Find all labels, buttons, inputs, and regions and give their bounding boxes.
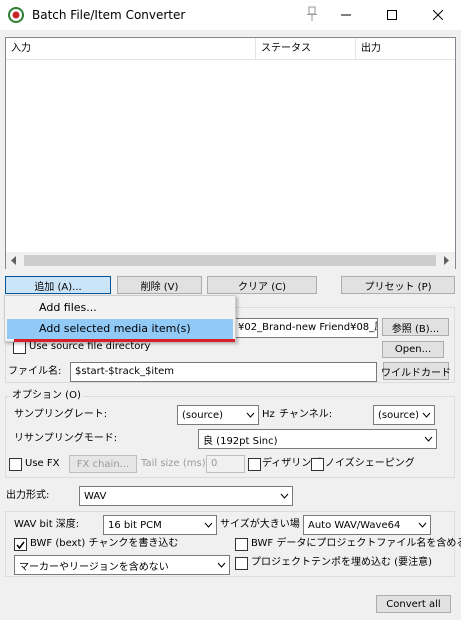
dither-checkbox[interactable] (248, 458, 261, 471)
remove-button[interactable]: 削除 (V) (117, 276, 202, 294)
channels-label: チャンネル: (279, 409, 333, 420)
app-logo-icon (8, 7, 24, 23)
chevron-down-icon (276, 487, 292, 505)
bext-label: BWF (bext) チャンクを書き込む (30, 538, 179, 549)
sample-rate-label: サンプリングレート: (14, 409, 108, 420)
format-select[interactable]: WAV (79, 486, 293, 506)
markers-select[interactable]: マーカーやリージョンを含めない (14, 555, 230, 575)
convert-all-button[interactable]: Convert all (376, 595, 451, 613)
filename-input[interactable]: $start-$track_$item (70, 362, 377, 382)
minimize-icon (341, 14, 351, 16)
use-fx-label: Use FX (25, 458, 60, 469)
column-header-output[interactable]: 出力 (356, 38, 455, 60)
resample-select[interactable]: 良 (192pt Sinc) (198, 429, 437, 449)
bit-depth-value: 16 bit PCM (108, 519, 162, 531)
sample-rate-select[interactable]: (source) (177, 405, 259, 425)
resample-value: 良 (192pt Sinc) (203, 435, 278, 447)
sample-rate-value: (source) (182, 409, 224, 421)
tail-size-label: Tail size (ms): (141, 458, 210, 469)
bwf-project-checkbox[interactable] (235, 538, 248, 551)
fx-chain-button[interactable]: FX chain... (69, 455, 137, 473)
use-fx-checkbox[interactable] (9, 458, 22, 471)
add-button[interactable]: 追加 (A)... (5, 276, 111, 294)
options-group-title: オプション (O) (10, 390, 83, 402)
clear-button[interactable]: クリア (C) (207, 276, 317, 294)
preset-button[interactable]: プリセット (P) (341, 276, 455, 294)
chevron-down-icon (242, 406, 258, 424)
resample-label: リサンプリングモード: (14, 433, 118, 444)
noise-shaping-label: ノイズシェーピング (325, 458, 415, 469)
chevron-down-icon (418, 406, 434, 424)
channels-select[interactable]: (source) (373, 405, 435, 425)
horizontal-scrollbar[interactable] (6, 252, 455, 269)
use-source-checkbox[interactable] (13, 341, 26, 354)
maximize-button[interactable] (369, 0, 415, 30)
window-title: Batch File/Item Converter (32, 8, 186, 22)
format-value: WAV (84, 490, 107, 502)
close-icon (433, 10, 443, 20)
browse-button[interactable]: 参照 (B)... (382, 318, 449, 336)
large-files-label: サイズが大きい場 (220, 519, 300, 530)
menu-item-add-selected-media[interactable]: Add selected media item(s) (7, 319, 233, 339)
tail-size-input[interactable]: 0 (206, 455, 245, 473)
bit-depth-label: WAV bit 深度: (14, 519, 80, 530)
wildcard-button[interactable]: ワイルドカード (381, 362, 451, 380)
add-dropdown-menu: Add files... Add selected media item(s) (4, 295, 236, 342)
filename-label: ファイル名: (8, 366, 62, 377)
checkmark-icon (16, 541, 25, 549)
scrollbar-thumb[interactable] (24, 255, 436, 266)
menu-item-add-files[interactable]: Add files... (7, 298, 233, 318)
tempo-checkbox[interactable] (235, 557, 248, 570)
chevron-down-icon (213, 556, 229, 574)
large-files-select[interactable]: Auto WAV/Wave64 (303, 515, 431, 535)
scroll-right-icon[interactable] (442, 256, 450, 265)
open-button[interactable]: Open... (382, 341, 444, 358)
bit-depth-select[interactable]: 16 bit PCM (103, 515, 217, 535)
maximize-icon (387, 10, 397, 20)
close-button[interactable] (415, 0, 461, 30)
markers-value: マーカーやリージョンを含めない (19, 561, 169, 573)
format-label: 出力形式: (6, 490, 50, 501)
bext-checkbox[interactable] (14, 538, 27, 551)
noise-shaping-checkbox[interactable] (311, 458, 324, 471)
chevron-down-icon (414, 516, 430, 534)
column-header-status[interactable]: ステータス (256, 38, 356, 60)
tempo-label: プロジェクトテンポを埋め込む (要注意) (251, 557, 432, 568)
minimize-button[interactable] (323, 0, 369, 30)
large-files-value: Auto WAV/Wave64 (308, 519, 401, 531)
chevron-down-icon (420, 430, 436, 448)
pin-icon[interactable] (303, 5, 321, 23)
column-header-input[interactable]: 入力 (6, 38, 256, 60)
list-header: 入力 ステータス 出力 (6, 38, 455, 60)
use-source-label: Use source file directory (29, 341, 151, 352)
hz-label: Hz (262, 409, 275, 420)
scroll-left-icon[interactable] (10, 256, 18, 265)
file-list[interactable]: 入力 ステータス 出力 (5, 37, 456, 269)
title-bar: Batch File/Item Converter (0, 0, 461, 30)
chevron-down-icon (200, 516, 216, 534)
annotation-underline (14, 339, 235, 342)
output-path-input[interactable]: ¥02_Brand-new Friend¥08_風( (233, 318, 378, 338)
channels-value: (source) (378, 409, 418, 421)
bwf-project-label: BWF データにプロジェクトファイル名を含める (251, 538, 461, 549)
